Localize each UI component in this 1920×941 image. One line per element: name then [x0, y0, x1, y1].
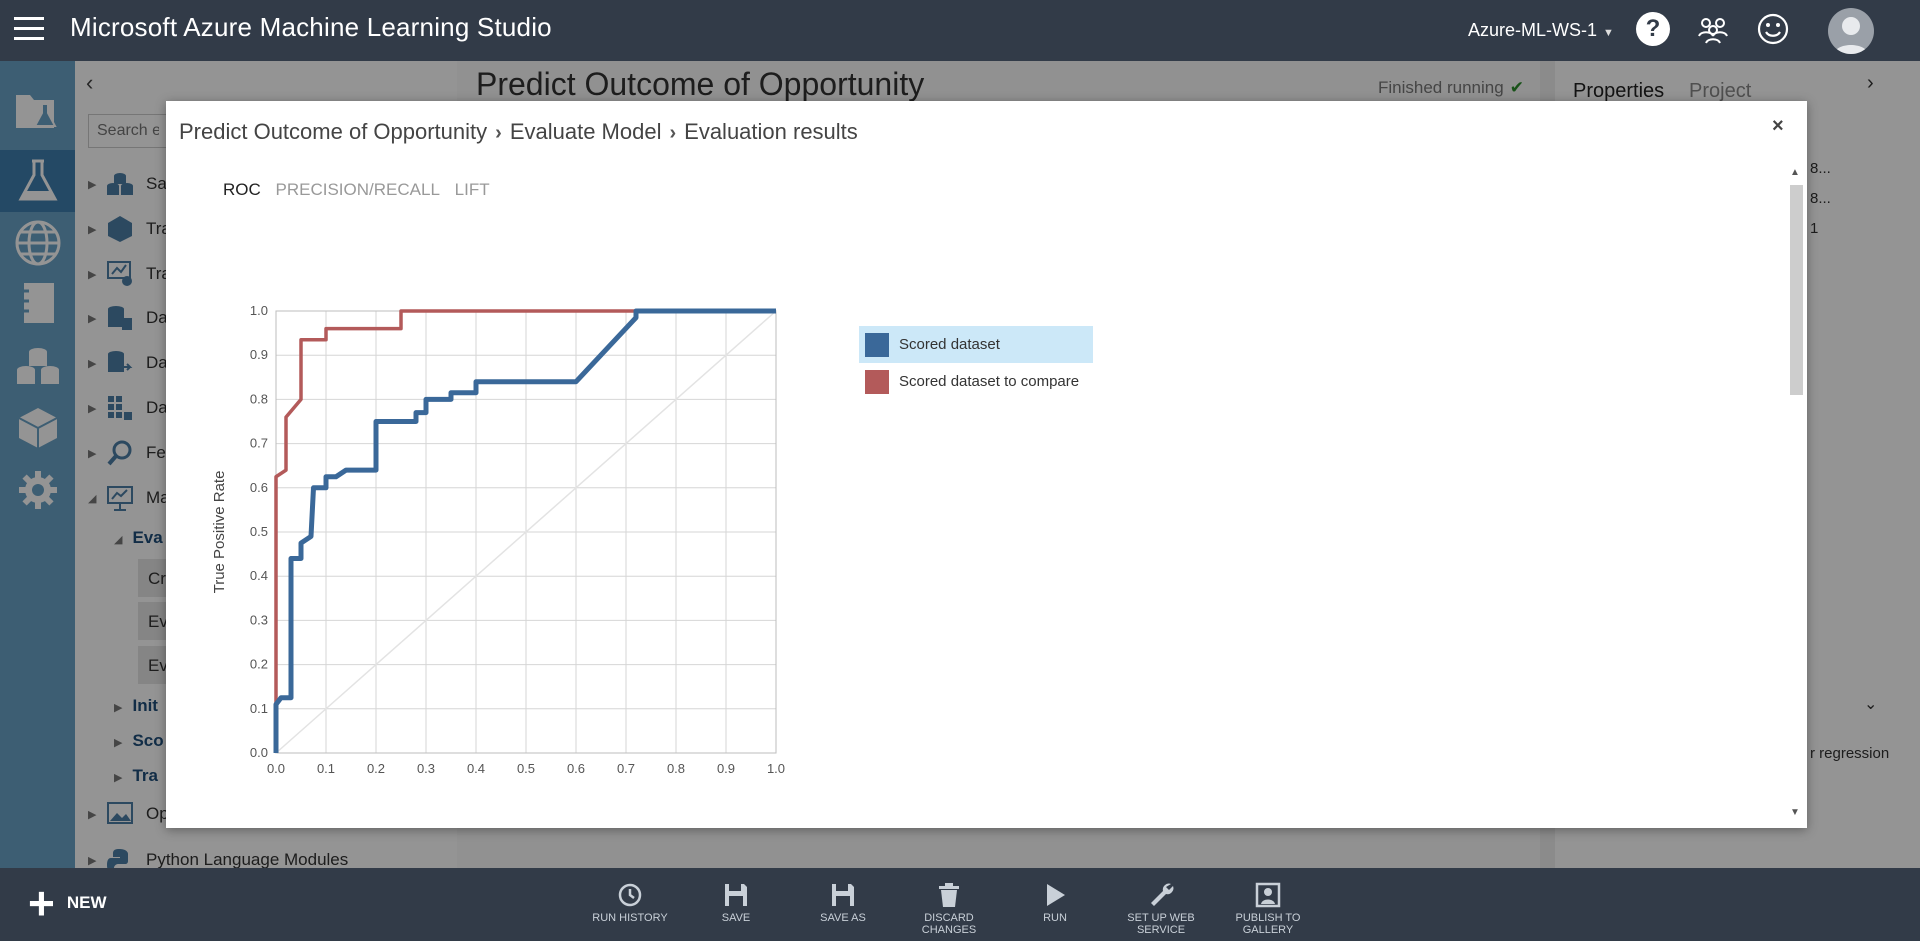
x-tick-label: 0.3	[417, 761, 435, 776]
run-history-button[interactable]: RUN HISTORY	[582, 878, 678, 924]
y-tick-label: 0.7	[250, 436, 268, 451]
help-icon[interactable]: ?	[1636, 12, 1670, 46]
y-tick-label: 0.3	[250, 612, 268, 627]
roc-chart: 0.0 0.1 0.2 0.3 0.4 0.5 0.6 0.7 0.8 0.9 1.0 0.0 0.1 0…	[211, 303, 785, 776]
save-as-button[interactable]: SAVE AS	[795, 878, 891, 924]
scrollbar-thumb[interactable]	[1790, 185, 1803, 395]
legend-label: Scored dataset	[899, 336, 1000, 353]
x-tick-label: 0.6	[567, 761, 585, 776]
run-label: RUN	[1043, 912, 1067, 924]
legend-swatch	[865, 332, 889, 357]
tab-lift[interactable]: LIFT	[455, 180, 490, 199]
x-tick-label: 0.2	[367, 761, 385, 776]
y-tick-label: 0.1	[250, 701, 268, 716]
trash-icon	[901, 878, 997, 908]
legend-label: Scored dataset to compare	[899, 373, 1080, 390]
smile-icon[interactable]	[1756, 12, 1790, 46]
x-tick-label: 0.9	[717, 761, 735, 776]
save-label: SAVE	[721, 912, 751, 924]
wrench-icon	[1113, 878, 1209, 908]
avatar-icon[interactable]	[1828, 8, 1874, 54]
chevron-down-icon: ▼	[1603, 27, 1614, 39]
discard-changes-button[interactable]: DISCARD CHANGES	[901, 878, 997, 936]
save-button[interactable]: SAVE	[688, 878, 784, 924]
new-button-label: NEW	[66, 893, 107, 912]
breadcrumb-current: Evaluation results	[684, 119, 858, 144]
legend-item-scored-dataset[interactable]: Scored dataset	[859, 326, 1093, 363]
y-tick-label: 1.0	[250, 303, 268, 318]
set-up-web-service-button[interactable]: SET UP WEB SERVICE	[1113, 878, 1209, 936]
y-tick-label: 0.9	[250, 347, 268, 362]
breadcrumb-separator-icon: ›	[495, 122, 502, 144]
y-tick-label: 0.8	[250, 391, 268, 406]
publish-icon	[1220, 878, 1316, 908]
hamburger-menu-icon[interactable]	[14, 17, 44, 43]
legend-swatch	[865, 369, 889, 394]
discard-changes-label: DISCARD CHANGES	[921, 912, 977, 936]
publish-to-gallery-button[interactable]: PUBLISH TO GALLERY	[1220, 878, 1316, 936]
app-title: Microsoft Azure Machine Learning Studio	[70, 12, 552, 42]
save-as-icon	[795, 878, 891, 908]
workspace-name: Azure-ML-WS-1	[1468, 20, 1598, 40]
y-tick-label: 0.0	[250, 745, 268, 760]
x-tick-label: 1.0	[767, 761, 785, 776]
breadcrumb: Predict Outcome of Opportunity › Evaluate …	[179, 119, 858, 145]
tab-roc[interactable]: ROC	[223, 180, 261, 199]
x-tick-label: 0.4	[467, 761, 485, 776]
run-history-label: RUN HISTORY	[592, 912, 668, 924]
scroll-up-icon[interactable]: ▲	[1790, 167, 1800, 178]
command-bar: + NEW RUN HISTORY SAVE SAVE AS DISCARD CH…	[0, 868, 1920, 941]
breadcrumb-separator-icon: ›	[669, 122, 677, 144]
publish-to-gallery-label: PUBLISH TO GALLERY	[1235, 912, 1301, 936]
set-up-web-service-label: SET UP WEB SERVICE	[1127, 912, 1195, 936]
scroll-down-icon[interactable]: ▼	[1790, 807, 1800, 818]
run-button[interactable]: RUN	[1007, 878, 1103, 924]
y-tick-label: 0.4	[250, 568, 268, 583]
y-tick-label: 0.5	[250, 524, 268, 539]
x-tick-label: 0.7	[617, 761, 635, 776]
x-tick-label: 0.5	[517, 761, 535, 776]
chart-legend: Scored dataset Scored dataset to compare	[859, 326, 1093, 400]
clock-icon	[582, 878, 678, 908]
y-tick-label: 0.2	[250, 657, 268, 672]
chart-tabs: ROC PRECISION/RECALL LIFT	[223, 180, 500, 200]
save-icon	[688, 878, 784, 908]
x-tick-label: 0.1	[317, 761, 335, 776]
people-icon[interactable]	[1696, 12, 1730, 46]
top-header: Microsoft Azure Machine Learning Studio …	[0, 0, 1920, 61]
workspace-selector[interactable]: Azure-ML-WS-1 ▼	[1468, 20, 1614, 41]
breadcrumb-experiment[interactable]: Predict Outcome of Opportunity	[179, 119, 487, 144]
play-icon	[1007, 878, 1103, 908]
evaluation-results-dialog: Predict Outcome of Opportunity › Evaluate …	[166, 101, 1807, 828]
x-tick-label: 0.8	[667, 761, 685, 776]
vertical-scrollbar[interactable]: ▲ ▼	[1787, 163, 1805, 823]
legend-item-scored-dataset-to-compare[interactable]: Scored dataset to compare	[859, 363, 1093, 400]
plus-icon: +	[28, 877, 55, 929]
y-tick-label: 0.6	[250, 480, 268, 495]
breadcrumb-module[interactable]: Evaluate Model	[510, 119, 662, 144]
y-axis-label: True Positive Rate	[211, 471, 228, 594]
x-tick-label: 0.0	[267, 761, 285, 776]
tab-precision-recall[interactable]: PRECISION/RECALL	[276, 180, 440, 199]
new-button[interactable]: + NEW	[28, 877, 107, 929]
close-icon[interactable]: ×	[1772, 115, 1784, 138]
save-as-label: SAVE AS	[820, 912, 866, 924]
